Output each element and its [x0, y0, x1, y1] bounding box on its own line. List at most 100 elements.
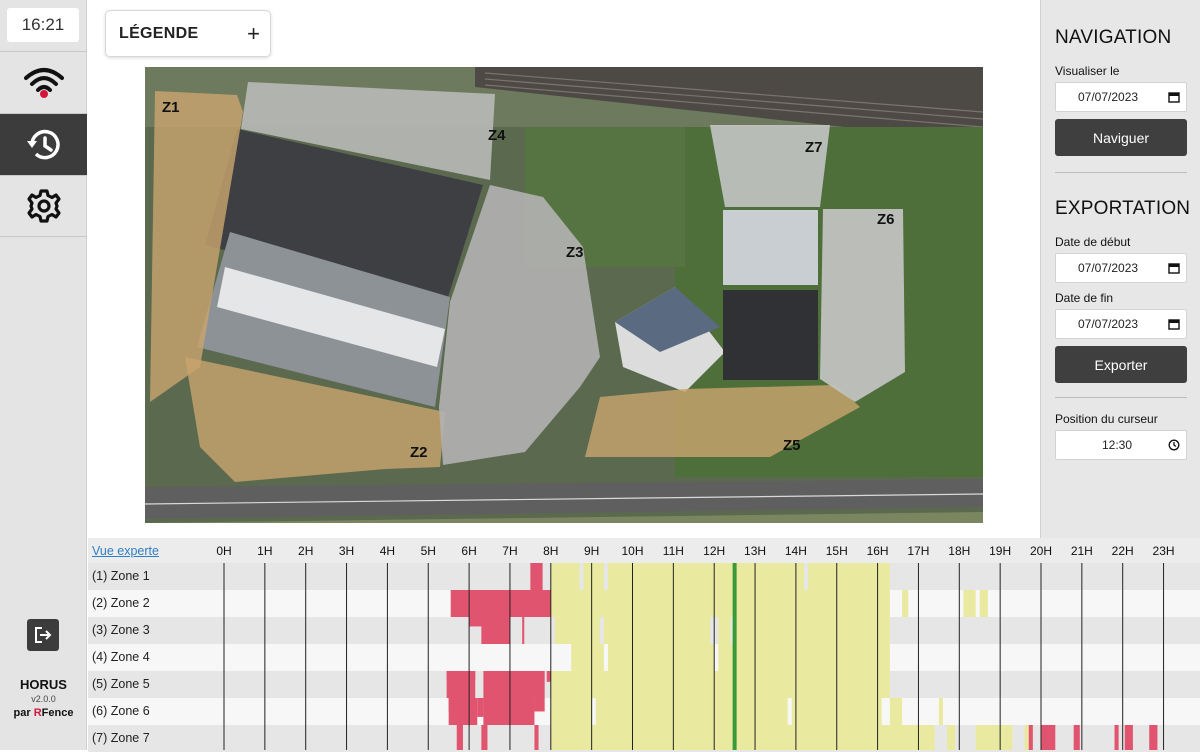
gear-icon — [26, 189, 61, 223]
timeline-row-label: (3) Zone 3 — [92, 623, 150, 637]
hour-label: 16H — [866, 544, 889, 558]
brand: HORUS v2.0.0 par RFence — [0, 677, 87, 719]
alarm-segment — [1149, 725, 1158, 750]
activity-segment — [938, 698, 943, 725]
activity-segment — [979, 590, 988, 617]
export-button[interactable]: Exporter — [1055, 346, 1187, 383]
timeline-chart[interactable] — [88, 538, 1200, 750]
start-date-input[interactable]: 07/07/2023 — [1055, 253, 1187, 283]
alarm-segment — [481, 725, 488, 750]
timeline-row-label: (6) Zone 6 — [92, 704, 150, 718]
activity-segment — [583, 563, 604, 590]
timeline-row-label: (2) Zone 2 — [92, 596, 150, 610]
end-date-input[interactable]: 07/07/2023 — [1055, 309, 1187, 339]
logout-button[interactable] — [27, 619, 59, 651]
hour-label: 22H — [1111, 544, 1134, 558]
logout-icon — [35, 627, 52, 643]
brand-name: HORUS — [20, 677, 67, 692]
hour-label: 15H — [825, 544, 848, 558]
zone-z7 — [710, 125, 830, 207]
activity-segment — [550, 698, 592, 725]
hour-label: 5H — [420, 544, 436, 558]
timeline-row-label: (7) Zone 7 — [92, 731, 150, 745]
sidebar-item-live[interactable] — [0, 51, 87, 113]
calendar-icon — [1168, 263, 1180, 274]
calendar-icon — [1168, 319, 1180, 330]
clock-icon — [1168, 439, 1180, 451]
divider — [1055, 172, 1187, 173]
activity-segment — [571, 644, 604, 671]
hour-label: 8H — [543, 544, 559, 558]
alarm-segment — [448, 698, 478, 725]
alarm-segment — [483, 698, 535, 725]
activity-segment — [975, 725, 1013, 750]
wifi-alert-icon — [23, 67, 64, 98]
hour-label: 14H — [784, 544, 807, 558]
hour-label: 12H — [703, 544, 726, 558]
zone-label-z4: Z4 — [488, 127, 506, 144]
hour-label: 23H — [1152, 544, 1175, 558]
activity-segment — [902, 590, 909, 617]
sidebar-item-settings[interactable] — [0, 175, 87, 237]
cursor-time-input[interactable]: 12:30 — [1055, 430, 1187, 460]
alarm-segment — [469, 617, 484, 627]
alarm-segment — [1124, 725, 1133, 750]
sidebar-item-history[interactable] — [0, 113, 87, 175]
alarm-segment — [483, 671, 545, 698]
hour-label: 11H — [662, 544, 684, 558]
cursor-time-value: 12:30 — [1102, 438, 1133, 452]
clock: 16:21 — [7, 8, 79, 42]
exportation-title: EXPORTATION — [1055, 198, 1191, 219]
legend-toggle[interactable]: LÉGENDE + — [105, 10, 271, 57]
timeline-row-label: (4) Zone 4 — [92, 650, 150, 664]
navigation-date-input[interactable]: 07/07/2023 — [1055, 82, 1187, 112]
zone-z6 — [820, 209, 905, 402]
alarm-segment — [495, 617, 510, 628]
hour-label: 1H — [257, 544, 273, 558]
building-right-top — [723, 210, 818, 285]
right-panel: NAVIGATION Visualiser le 07/07/2023 Navi… — [1040, 0, 1200, 538]
brand-byline: par RFence — [0, 707, 87, 719]
hour-label: 3H — [338, 544, 355, 558]
alarm-segment — [1028, 725, 1033, 750]
legend-label: LÉGENDE — [119, 24, 199, 42]
hour-label: 6H — [461, 544, 477, 558]
alarm-segment — [522, 617, 525, 644]
hour-label: 19H — [989, 544, 1012, 558]
site-map[interactable]: Z1 Z2 Z3 Z4 Z5 Z6 Z7 — [145, 67, 983, 523]
alarm-segment — [450, 590, 551, 617]
activity-segment — [889, 698, 903, 725]
brand-rest: Fence — [41, 707, 74, 719]
timeline[interactable]: 0H 1H 2H 3H 4H 5H 6H 7H 8H 9H 10H 11H 12H 13H 14H 15H 16… — [88, 538, 1200, 752]
zone-label-z7: Z7 — [805, 139, 823, 156]
navigation-date-value: 07/07/2023 — [1078, 90, 1139, 104]
activity-segment — [607, 644, 715, 671]
cursor-position-label: Position du curseur — [1055, 412, 1158, 426]
hour-label: 9H — [583, 544, 600, 558]
hour-label: 20H — [1029, 544, 1053, 558]
activity-segment — [607, 563, 805, 590]
zone-label-z2: Z2 — [410, 444, 428, 461]
hour-label: 17H — [907, 544, 930, 558]
expert-view-link[interactable]: Vue experte — [92, 544, 159, 558]
navigate-button[interactable]: Naviguer — [1055, 119, 1187, 156]
zone-label-z3: Z3 — [566, 244, 584, 261]
alarm-segment — [1073, 725, 1080, 750]
history-icon — [26, 129, 60, 159]
hour-label: 0H — [216, 544, 232, 558]
start-date-label: Date de début — [1055, 235, 1131, 249]
brand-version: v2.0.0 — [31, 694, 56, 704]
timeline-row-label: (5) Zone 5 — [92, 677, 150, 691]
hour-label: 2H — [298, 544, 314, 558]
navigation-title: NAVIGATION — [1055, 27, 1172, 48]
activity-segment — [963, 590, 976, 617]
alarm-segment — [446, 671, 476, 681]
activity-segment — [554, 617, 600, 644]
alarm-segment — [456, 725, 459, 750]
building-right-bottom — [723, 290, 818, 380]
activity-segment — [550, 563, 580, 590]
alarm-segment — [448, 698, 453, 712]
end-date-value: 07/07/2023 — [1078, 317, 1139, 331]
time-cursor[interactable] — [732, 563, 737, 750]
activity-segment — [550, 590, 890, 617]
